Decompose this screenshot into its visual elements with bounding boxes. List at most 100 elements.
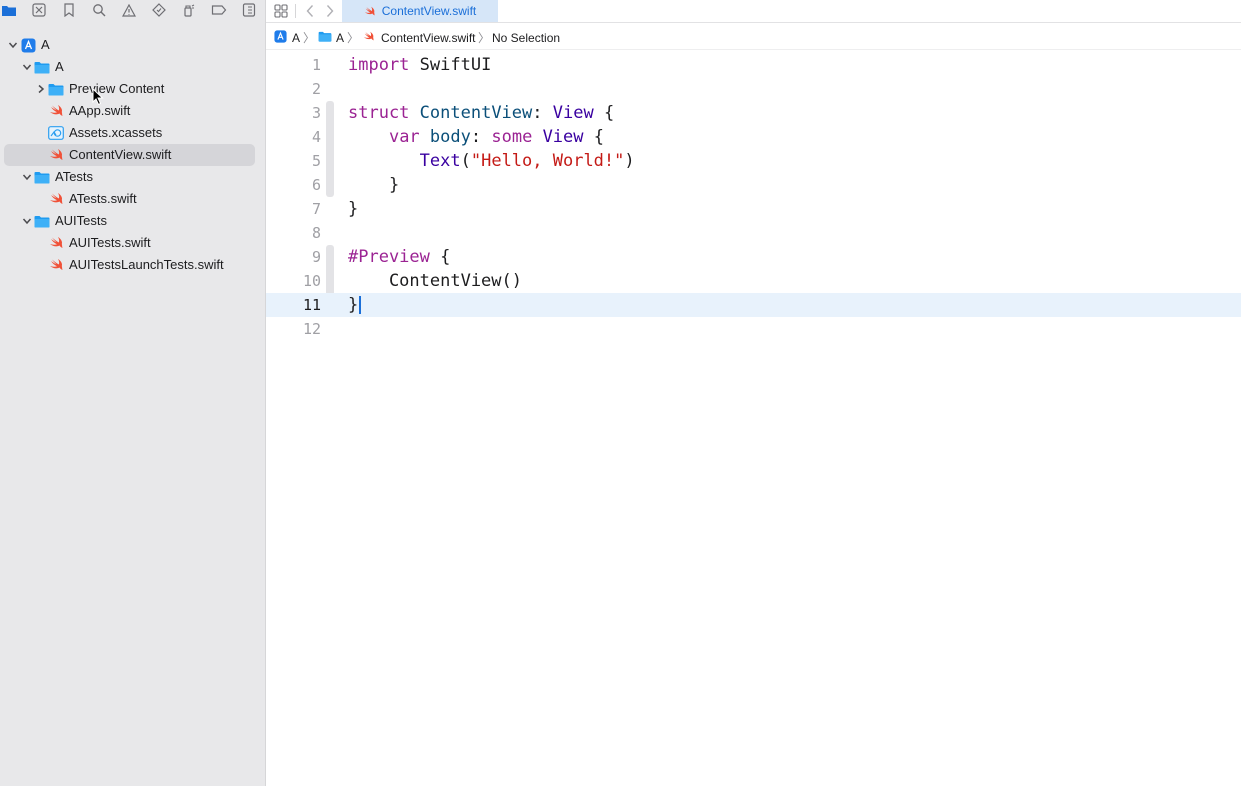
- tree-label: ATests.swift: [69, 191, 137, 206]
- forward-chevron-icon[interactable]: [321, 2, 339, 20]
- project-navigator-folder-icon[interactable]: [1, 2, 17, 18]
- tree-row-group-a[interactable]: A: [4, 56, 255, 78]
- tree-row-project[interactable]: A: [4, 34, 255, 56]
- tree-label: Assets.xcassets: [69, 125, 163, 140]
- code-text: }: [348, 175, 400, 195]
- swift-file-icon: [48, 235, 64, 251]
- source-control-navigator-icon[interactable]: [31, 2, 47, 18]
- line-number: 9: [311, 248, 321, 266]
- code-text: #Preview {: [348, 247, 451, 267]
- navigator-selector-bar: [0, 0, 265, 22]
- mouse-pointer-icon: [92, 87, 104, 111]
- code-line: 2: [266, 77, 1241, 101]
- tab-contentview-swift[interactable]: ContentView.swift: [342, 0, 498, 22]
- tree-label: AUITestsLaunchTests.swift: [69, 257, 224, 272]
- code-line: 10 ContentView(): [266, 269, 1241, 293]
- tree-label: ATests: [55, 169, 94, 184]
- code-line-current: 11 }: [266, 293, 1241, 317]
- tree-row-auitests-swift[interactable]: AUITests.swift: [4, 232, 255, 254]
- swift-file-icon: [48, 103, 64, 119]
- tree-label: Preview Content: [69, 81, 165, 96]
- editor-area: ContentView.swift A 〉 A 〉 ContentView.sw…: [266, 0, 1241, 786]
- tree-row-atests-swift[interactable]: ATests.swift: [4, 188, 255, 210]
- jumpbar-group[interactable]: A: [336, 31, 344, 45]
- code-line: 12: [266, 317, 1241, 341]
- line-number: 3: [311, 104, 321, 122]
- jumpbar-separator: 〉: [347, 31, 360, 45]
- code-text: }: [348, 295, 359, 315]
- line-number: 2: [311, 80, 321, 98]
- app-project-icon: [274, 30, 287, 46]
- tree-label: A: [41, 37, 50, 52]
- code-text: var body: some View {: [388, 127, 604, 147]
- folder-icon: [34, 169, 50, 185]
- chevron-right-icon[interactable]: [34, 82, 48, 96]
- jumpbar-separator: 〉: [478, 31, 491, 45]
- swift-file-icon: [48, 257, 64, 273]
- breakpoint-navigator-icon[interactable]: [211, 2, 227, 18]
- chevron-down-icon[interactable]: [20, 170, 34, 184]
- tree-row-contentview-swift[interactable]: ContentView.swift: [4, 144, 255, 166]
- swift-file-icon: [48, 147, 64, 163]
- jumpbar-symbol[interactable]: No Selection: [492, 31, 560, 45]
- tab-label: ContentView.swift: [381, 4, 477, 18]
- code-line: 7 }: [266, 197, 1241, 221]
- issue-navigator-warning-icon[interactable]: [121, 2, 137, 18]
- swift-file-icon: [48, 191, 64, 207]
- text-caret: [359, 296, 361, 314]
- code-line: 9 #Preview {: [266, 245, 1241, 269]
- jumpbar-file[interactable]: ContentView.swift: [381, 31, 476, 45]
- bookmark-navigator-icon[interactable]: [61, 2, 77, 18]
- tree-label: AUITests: [55, 213, 108, 228]
- line-number: 11: [302, 296, 321, 314]
- swift-file-icon: [363, 31, 375, 45]
- folder-icon: [48, 81, 64, 97]
- tree-label: ContentView.swift: [69, 147, 172, 162]
- tree-label: A: [55, 59, 64, 74]
- tree-row-auitests-group[interactable]: AUITests: [4, 210, 255, 232]
- code-line: 8: [266, 221, 1241, 245]
- code-line: 4 var body: some View {: [266, 125, 1241, 149]
- back-chevron-icon[interactable]: [301, 2, 319, 20]
- chevron-down-icon[interactable]: [20, 60, 34, 74]
- tree-row-aapp-swift[interactable]: AApp.swift: [4, 100, 255, 122]
- app-project-icon: [20, 37, 36, 53]
- code-line: 3 struct ContentView: View {: [266, 101, 1241, 125]
- code-text: Text("Hello, World!"): [419, 151, 635, 171]
- asset-catalog-icon: [48, 125, 64, 141]
- project-navigator: A A Preview Content AApp.swift Assets.xc…: [0, 0, 266, 786]
- code-line: 5 Text("Hello, World!"): [266, 149, 1241, 173]
- folder-icon: [34, 213, 50, 229]
- related-items-grid-icon[interactable]: [272, 2, 290, 20]
- tree-row-auitestslaunchtests-swift[interactable]: AUITestsLaunchTests.swift: [4, 254, 255, 276]
- swift-file-icon: [364, 6, 376, 17]
- line-number: 7: [311, 200, 321, 218]
- find-navigator-search-icon[interactable]: [91, 2, 107, 18]
- code-text: ContentView(): [348, 271, 522, 291]
- jumpbar-project[interactable]: A: [292, 31, 300, 45]
- line-number: 1: [311, 56, 321, 74]
- code-text: struct ContentView: View {: [348, 103, 615, 123]
- folder-icon: [34, 59, 50, 75]
- tab-bar: ContentView.swift: [266, 0, 1241, 23]
- line-number: 12: [302, 320, 321, 338]
- code-line: 6 }: [266, 173, 1241, 197]
- tree-row-atests-group[interactable]: ATests: [4, 166, 255, 188]
- tree-row-assets[interactable]: Assets.xcassets: [4, 122, 255, 144]
- line-number: 8: [311, 224, 321, 242]
- test-navigator-diamond-icon[interactable]: [151, 2, 167, 18]
- line-number: 10: [302, 272, 321, 290]
- report-navigator-icon[interactable]: [241, 2, 257, 18]
- line-number: 5: [311, 152, 321, 170]
- code-text: }: [348, 199, 359, 219]
- chevron-down-icon[interactable]: [20, 214, 34, 228]
- chevron-down-icon[interactable]: [6, 38, 20, 52]
- jumpbar-separator: 〉: [303, 31, 316, 45]
- line-number: 4: [311, 128, 321, 146]
- jump-bar: A 〉 A 〉 ContentView.swift 〉 No Selection: [266, 27, 1241, 50]
- tree-row-preview-content[interactable]: Preview Content: [4, 78, 255, 100]
- code-text: import SwiftUI: [348, 55, 492, 75]
- toolbar-divider: [295, 4, 296, 18]
- code-line: 1 import SwiftUI: [266, 53, 1241, 77]
- debug-navigator-spray-icon[interactable]: [181, 2, 197, 18]
